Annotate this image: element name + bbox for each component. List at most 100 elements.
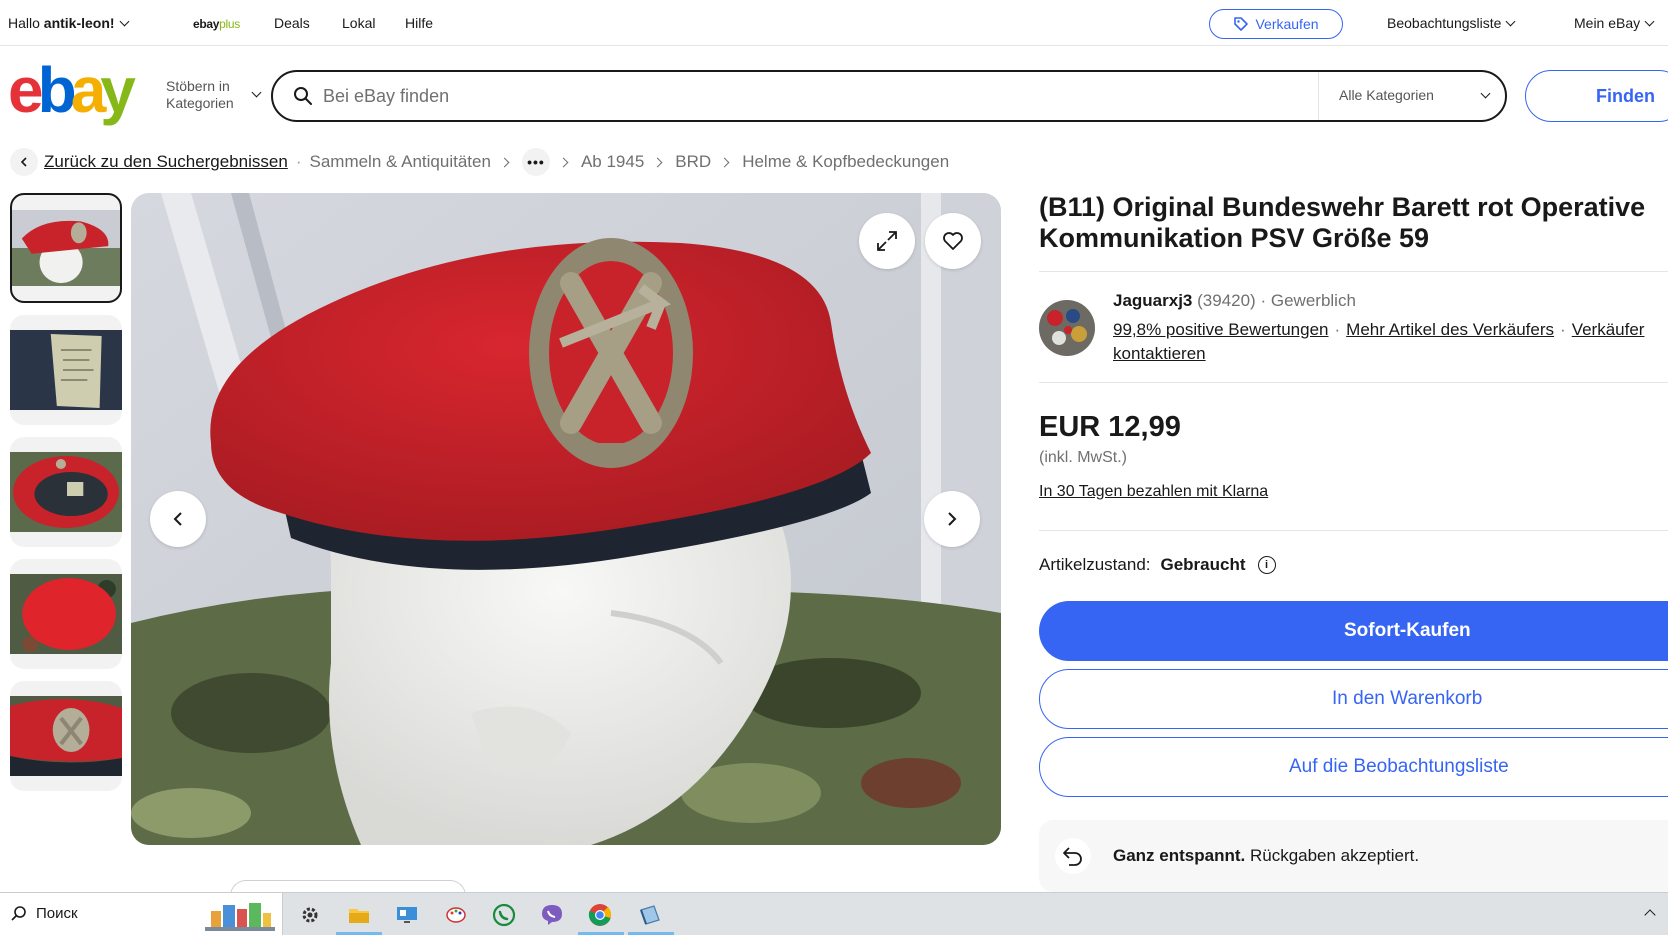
chrome-icon <box>588 904 612 926</box>
ebayplus-text-b: plus <box>219 17 240 31</box>
beret-inside-thumbnail-image <box>10 452 122 532</box>
settings-taskbar-icon[interactable] <box>295 900 325 930</box>
sell-button[interactable]: Verkaufen <box>1209 9 1343 39</box>
next-image-button[interactable] <box>924 491 980 547</box>
separator-dot: · <box>1260 291 1267 310</box>
chrome-taskbar-icon[interactable] <box>585 900 615 930</box>
palette-icon <box>446 907 466 923</box>
whatsapp-icon <box>492 903 516 927</box>
thumbnail[interactable] <box>10 315 122 425</box>
heart-icon <box>943 232 963 250</box>
condition-value: Gebraucht <box>1160 555 1246 574</box>
control-panel-taskbar-icon[interactable] <box>392 900 422 930</box>
thumbnail[interactable] <box>10 437 122 547</box>
beret-thumbnail-image <box>12 210 120 286</box>
logo-letter: e <box>8 54 44 126</box>
positive-feedback-link[interactable]: 99,8% positive Bewertungen <box>1113 320 1328 339</box>
viber-taskbar-icon[interactable] <box>537 900 567 930</box>
badge-thumbnail-image <box>10 696 122 776</box>
taskbar-search[interactable]: Поиск <box>0 893 283 935</box>
feedback-count: (39420) <box>1197 291 1256 310</box>
logo-letter: a <box>70 54 107 126</box>
search-bar: Alle Kategorien <box>271 70 1507 122</box>
fullscreen-button[interactable] <box>859 213 915 269</box>
returns-rest: Rückgaben akzeptiert. <box>1245 846 1420 865</box>
help-link[interactable]: Hilfe <box>405 15 433 31</box>
thumbnail[interactable] <box>10 559 122 669</box>
watchlist-label: Beobachtungsliste <box>1387 15 1502 31</box>
price: EUR 12,99 <box>1039 411 1181 443</box>
search-icon <box>294 87 312 105</box>
user-name: antik-leon! <box>43 15 115 31</box>
seller-name[interactable]: Jaguarxj3 <box>1113 291 1192 310</box>
breadcrumb-item[interactable]: Sammeln & Antiquitäten <box>309 152 490 172</box>
ebayplus-link[interactable]: ebayplus <box>193 17 240 31</box>
chevron-up-icon[interactable] <box>1644 909 1656 921</box>
thumbnail[interactable] <box>10 681 122 791</box>
my-ebay-label: Mein eBay <box>1574 15 1641 31</box>
more-items-link[interactable]: Mehr Artikel des Verkäufers <box>1346 320 1554 339</box>
klarna-link[interactable]: In 30 Tagen bezahlen mit Klarna <box>1039 483 1268 501</box>
separator-dot: · <box>1334 320 1341 339</box>
label-thumbnail-image <box>10 330 122 410</box>
return-arrow-icon <box>1055 838 1091 874</box>
breadcrumb-dot: · <box>295 152 302 171</box>
breadcrumb: Zurück zu den Suchergebnissen · Sammeln … <box>10 148 949 176</box>
ebayplus-text-a: ebay <box>193 17 220 31</box>
gear-icon <box>302 907 318 923</box>
info-icon[interactable]: i <box>1257 556 1276 574</box>
my-ebay-menu[interactable]: Mein eBay <box>1574 15 1655 31</box>
thumbnail[interactable] <box>10 193 122 303</box>
more-breadcrumbs-button[interactable]: ••• <box>521 148 550 176</box>
taskbar-search-placeholder: Поиск <box>36 905 78 922</box>
file-explorer-taskbar-icon[interactable] <box>344 900 374 930</box>
returns-info: Ganz entspannt. Rückgaben akzeptiert. <box>1039 820 1668 892</box>
returns-text: Ganz entspannt. Rückgaben akzeptiert. <box>1113 846 1419 866</box>
monitor-icon <box>397 907 417 923</box>
lokal-link[interactable]: Lokal <box>342 15 375 31</box>
chevron-down-icon <box>1480 88 1491 99</box>
windows-taskbar: Поиск <box>0 892 1668 935</box>
chevron-down-icon <box>1505 16 1516 27</box>
seller-avatar-image <box>1039 300 1095 356</box>
chevron-right-icon <box>948 512 957 526</box>
main-product-image[interactable] <box>131 193 1001 845</box>
vat-note: (inkl. MwSt.) <box>1039 449 1127 466</box>
top-bar: Hallo antik-leon! ebayplus Deals Lokal H… <box>0 0 1668 46</box>
shop-by-category-line1: Stöbern in <box>166 78 230 94</box>
chevron-down-icon <box>1644 16 1655 27</box>
seller-avatar[interactable] <box>1039 300 1095 356</box>
seller-info: Jaguarxj3 (39420) · Gewerblich <box>1113 291 1356 311</box>
app-taskbar-icon[interactable] <box>635 900 665 930</box>
beret-top-thumbnail-image <box>10 574 122 654</box>
tag-icon <box>1234 17 1249 31</box>
find-button[interactable]: Finden <box>1525 70 1668 122</box>
listing-title: (B11) Original Bundeswehr Barett rot Ope… <box>1039 192 1646 253</box>
breadcrumb-item[interactable]: BRD <box>675 152 711 172</box>
search-input[interactable] <box>323 84 1283 108</box>
whatsapp-taskbar-icon[interactable] <box>489 900 519 930</box>
logo-letter: b <box>37 54 77 126</box>
chevron-down-icon <box>119 16 130 27</box>
breadcrumb-item[interactable]: Ab 1945 <box>581 152 644 172</box>
ebay-listing-page: { "topbar": { "greeting_prefix": "Hallo … <box>0 0 1668 935</box>
chevron-right-icon <box>499 157 510 167</box>
category-select[interactable]: Alle Kategorien <box>1318 72 1507 120</box>
add-to-cart-button[interactable]: In den Warenkorb <box>1039 669 1668 729</box>
back-button[interactable] <box>10 148 38 176</box>
paint-taskbar-icon[interactable] <box>441 900 471 930</box>
watchlist-menu[interactable]: Beobachtungsliste <box>1387 15 1516 31</box>
previous-image-button[interactable] <box>150 491 206 547</box>
add-to-watchlist-button[interactable]: Auf die Beobachtungsliste <box>1039 737 1668 797</box>
greeting-menu[interactable]: Hallo antik-leon! <box>8 15 130 31</box>
ebay-logo[interactable]: ebay <box>8 58 136 122</box>
buy-now-button[interactable]: Sofort-Kaufen <box>1039 601 1668 661</box>
back-to-results-link[interactable]: Zurück zu den Suchergebnissen <box>44 152 288 172</box>
watch-heart-button[interactable] <box>925 213 981 269</box>
deals-link[interactable]: Deals <box>274 15 310 31</box>
chevron-left-icon <box>20 157 27 167</box>
shop-by-category[interactable]: Stöbern in Kategorien <box>166 78 234 112</box>
breadcrumb-item[interactable]: Helme & Kopfbedeckungen <box>742 152 949 172</box>
sell-label: Verkaufen <box>1255 16 1319 32</box>
chevron-right-icon <box>719 157 730 167</box>
